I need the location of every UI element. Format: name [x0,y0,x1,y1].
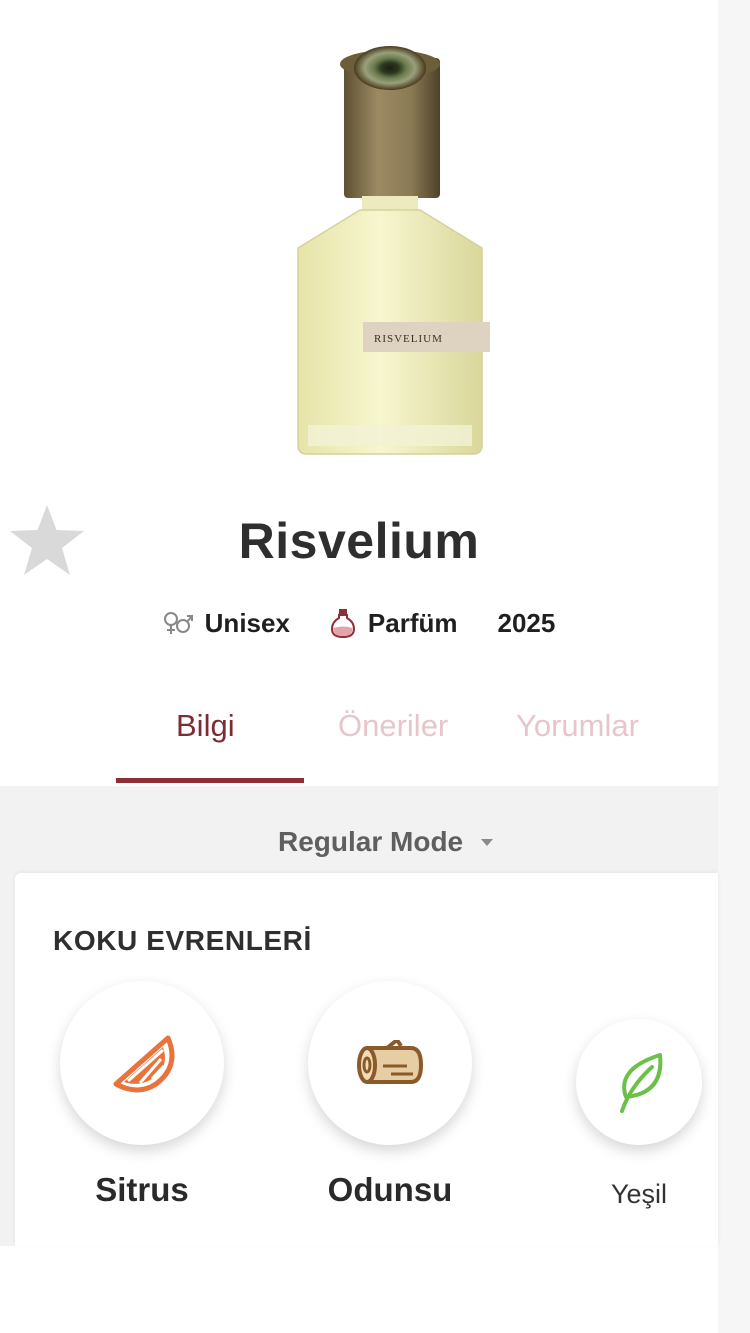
type-label: Parfüm [367,607,458,638]
bottle-label-text: RISVELIUM [374,333,443,345]
perfume-bottle-icon [330,609,355,638]
tab-yorumlar[interactable]: Yorumlar [516,708,639,744]
scrollbar-track [718,0,750,1333]
family-odunsu-button[interactable] [308,981,472,1145]
gender-label: Unisex [204,607,290,638]
scent-universes-card: KOKU EVRENLERİ Sitrus Odunsu Yeşil [15,873,718,1246]
family-sitrus-button[interactable] [60,981,224,1145]
family-sitrus-label: Sitrus [95,1171,189,1208]
tab-bilgi[interactable]: Bilgi [176,708,235,744]
family-odunsu-label: Odunsu [327,1171,453,1208]
section-title: KOKU EVRENLERİ [53,925,312,956]
mode-dropdown-value: Regular Mode [278,826,464,857]
tab-oneriler[interactable]: Öneriler [338,708,448,744]
log-icon [357,1040,423,1084]
product-meta-row: Unisex Parfüm 2025 [0,603,718,643]
mode-dropdown[interactable]: Regular Mode [278,826,494,858]
orange-slice-icon [113,1035,175,1093]
chevron-down-icon [481,838,494,846]
leaf-icon [620,1053,663,1113]
year-label: 2025 [497,607,556,638]
unisex-icon [163,612,193,634]
type-info: Parfüm [330,608,458,639]
gender-info: Unisex [163,608,290,639]
product-title: Risvelium [238,513,480,569]
family-yesil-label: Yeşil [610,1179,668,1209]
family-yesil-button[interactable] [576,1019,702,1145]
active-tab-indicator [116,778,304,783]
tab-bar: Bilgi Öneriler Yorumlar [116,700,676,786]
year-info: 2025 [498,608,556,639]
product-image: RISVELIUM [290,40,490,460]
